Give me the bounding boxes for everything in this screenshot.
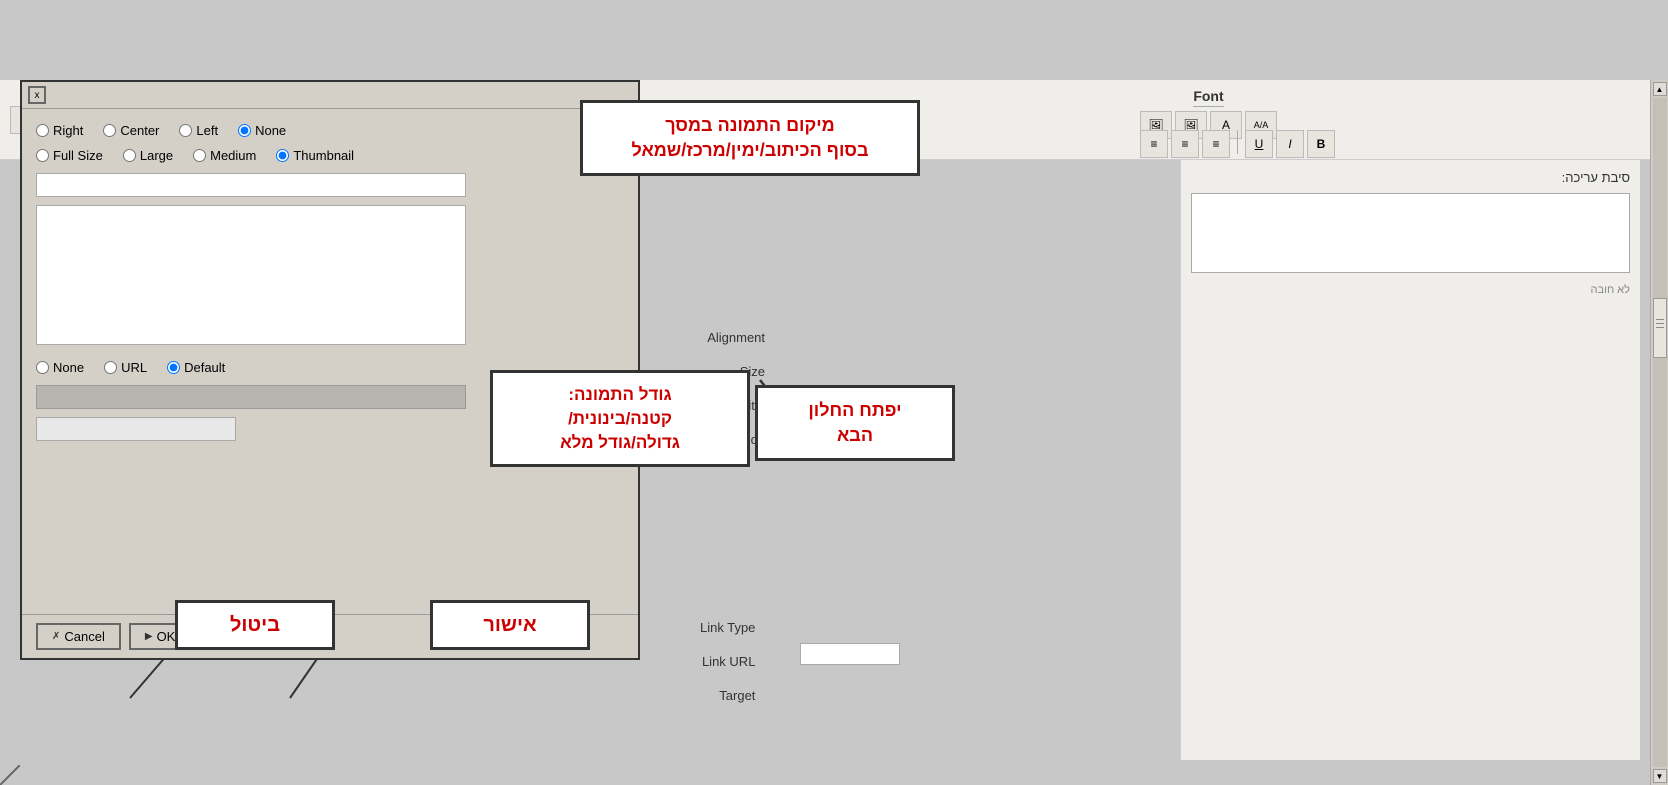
cancel-callout: ביטול (175, 600, 335, 650)
radio-thumbnail[interactable]: Thumbnail (276, 148, 354, 163)
scroll-track[interactable] (1653, 98, 1667, 767)
underline-btn[interactable]: U (1245, 130, 1273, 158)
radio-large-input[interactable] (123, 149, 136, 162)
corner-decoration (0, 765, 20, 785)
radio-thumbnail-label: Thumbnail (293, 148, 354, 163)
alignment-label: Alignment (700, 320, 775, 354)
approval-callout: אישור (430, 600, 590, 650)
scroll-thumb[interactable] (1653, 298, 1667, 358)
cancel-btn[interactable]: ✗ Cancel (36, 623, 121, 650)
top-callout-text: מיקום התמונה במסךבסוף הכיתוב/ימין/מרכז/ש… (632, 115, 869, 160)
radio-url[interactable]: URL (104, 360, 147, 375)
radio-left-input[interactable] (179, 124, 192, 137)
scroll-down-btn[interactable]: ▼ (1653, 769, 1667, 783)
alignment-row: Right Center Left None (36, 123, 624, 138)
cancel-icon: ✗ (52, 631, 60, 642)
sep2 (1237, 130, 1238, 154)
dialog-titlebar: x (22, 82, 638, 109)
edit-panel-label: סיבת עריכה: (1191, 170, 1630, 185)
radio-link-none-label: None (53, 360, 84, 375)
link-url-label: Link URL (700, 644, 765, 678)
radio-fullsize[interactable]: Full Size (36, 148, 103, 163)
radio-left-label: Left (196, 123, 218, 138)
radio-center-label: Center (120, 123, 159, 138)
radio-link-none[interactable]: None (36, 360, 84, 375)
next-window-callout-text: יפתח החלוןהבא (808, 400, 901, 445)
radio-right[interactable]: Right (36, 123, 83, 138)
cancel-label: Cancel (64, 629, 104, 644)
radio-right-input[interactable] (36, 124, 49, 137)
middle-callout-text: גודל התמונה:קטנה/בינונית/גדולה/גודל מלא (560, 385, 680, 452)
radio-large[interactable]: Large (123, 148, 173, 163)
target-input[interactable]: ow (_self (36, 417, 236, 441)
radio-fullsize-label: Full Size (53, 148, 103, 163)
edit-textarea[interactable] (1191, 193, 1630, 273)
radio-url-input[interactable] (104, 361, 117, 374)
top-callout: מיקום התמונה במסךבסוף הכיתוב/ימין/מרכז/ש… (580, 100, 920, 176)
bold-btn[interactable]: B (1307, 130, 1335, 158)
next-window-callout: יפתח החלוןהבא (755, 385, 955, 461)
cancel-callout-text: ביטול (230, 614, 280, 636)
radio-none-input[interactable] (238, 124, 251, 137)
radio-medium[interactable]: Medium (193, 148, 256, 163)
radio-thumbnail-input[interactable] (276, 149, 289, 162)
description-textarea[interactable] (36, 205, 466, 345)
radio-medium-label: Medium (210, 148, 256, 163)
edit-placeholder: לא חובה (1191, 284, 1630, 296)
url-bar (36, 385, 466, 409)
radio-center-input[interactable] (103, 124, 116, 137)
ok-icon: ▶ (145, 631, 153, 642)
scroll-up-btn[interactable]: ▲ (1653, 82, 1667, 96)
align-center-btn[interactable]: ≡ (1171, 130, 1199, 158)
align-right-btn[interactable]: ≡ (1202, 130, 1230, 158)
radio-large-label: Large (140, 148, 173, 163)
ok-label: OK (157, 629, 176, 644)
edit-panel: סיבת עריכה: לא חובה (1180, 160, 1640, 760)
link-type-label: Link Type (700, 610, 765, 644)
right-scrollbar: ▲ ▼ (1650, 80, 1668, 785)
approval-callout-text: אישור (483, 614, 536, 636)
radio-default[interactable]: Default (167, 360, 225, 375)
radio-link-none-input[interactable] (36, 361, 49, 374)
align-left-btn[interactable]: ≡ (1140, 130, 1168, 158)
middle-callout: גודל התמונה:קטנה/בינונית/גדולה/גודל מלא (490, 370, 750, 467)
radio-medium-input[interactable] (193, 149, 206, 162)
radio-center[interactable]: Center (103, 123, 159, 138)
radio-fullsize-input[interactable] (36, 149, 49, 162)
radio-url-label: URL (121, 360, 147, 375)
radio-right-label: Right (53, 123, 83, 138)
italic-btn[interactable]: I (1276, 130, 1304, 158)
font-label: Font (1193, 88, 1223, 107)
target-label: Target (700, 678, 765, 712)
radio-none[interactable]: None (238, 123, 286, 138)
title-input[interactable] (36, 173, 466, 197)
radio-default-label: Default (184, 360, 225, 375)
radio-default-input[interactable] (167, 361, 180, 374)
dialog-close-btn[interactable]: x (28, 86, 46, 104)
size-row: Full Size Large Medium Thumbnail (36, 148, 624, 163)
link-labels-section: Link Type Link URL Target (700, 610, 765, 712)
radio-left[interactable]: Left (179, 123, 218, 138)
radio-none-label: None (255, 123, 286, 138)
link-url-input-area (800, 643, 900, 665)
link-url-input[interactable] (800, 643, 900, 665)
